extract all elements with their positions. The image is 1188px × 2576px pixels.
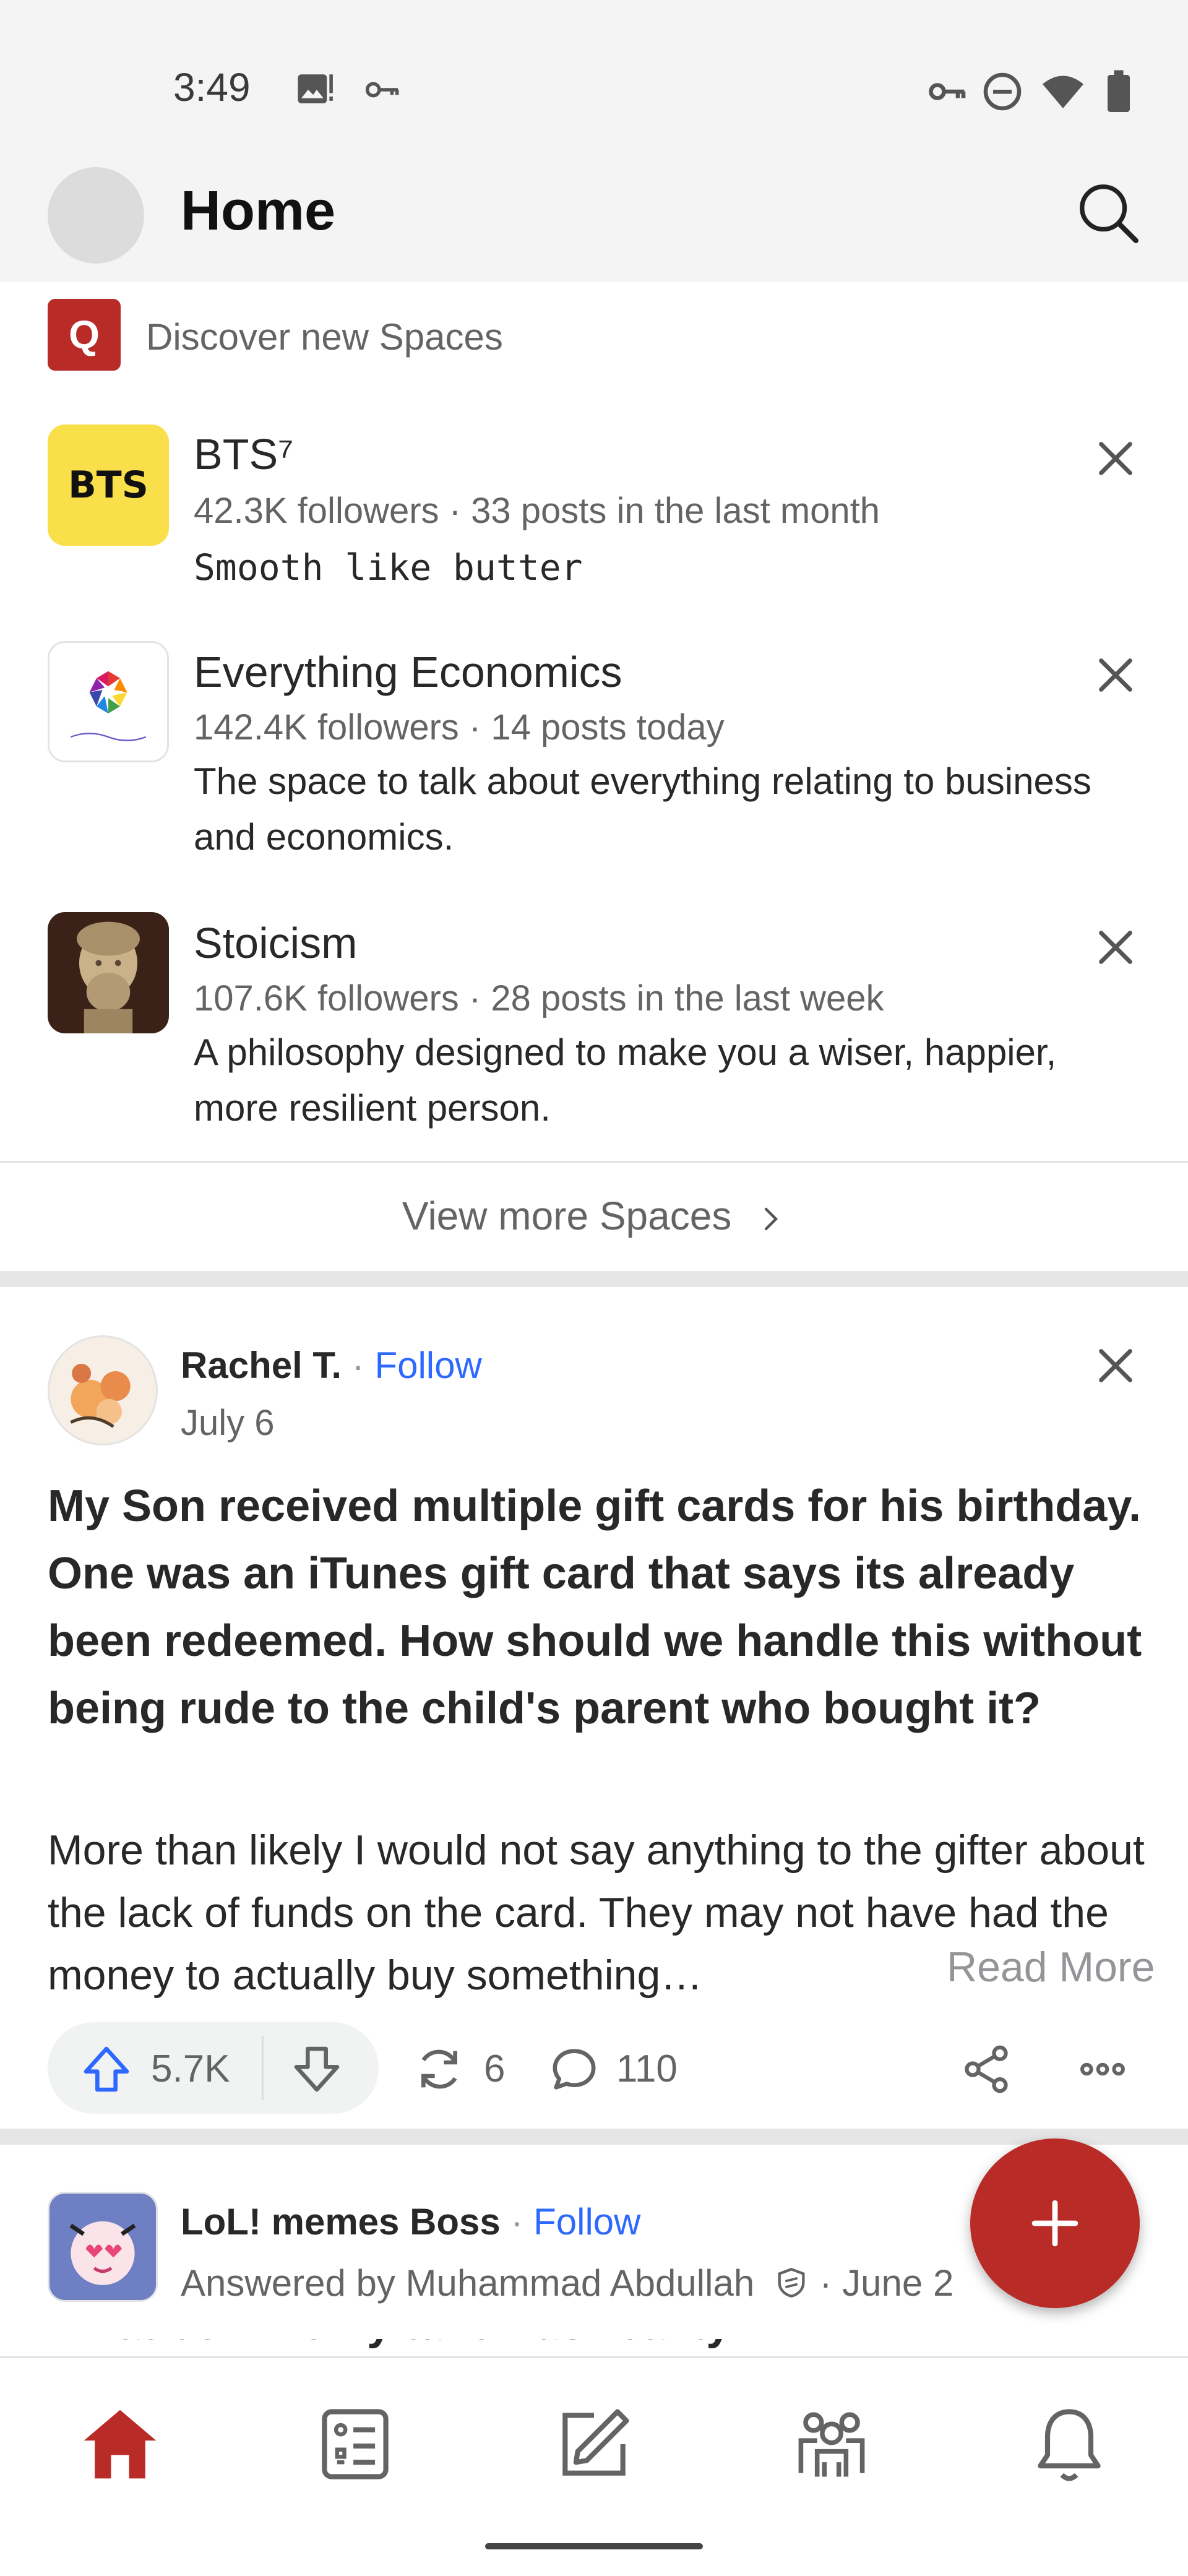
space-logo-everything-economics[interactable] [48, 641, 169, 762]
separator-dot: · [500, 2201, 534, 2242]
space-name[interactable]: Stoicism [194, 918, 357, 968]
next-post-title[interactable]: What commonly taken-as-reality... [48, 2339, 1149, 2355]
space-logo-bts[interactable]: BTS [48, 424, 169, 546]
quora-logo: Q [48, 299, 121, 371]
write-icon[interactable] [551, 2401, 637, 2488]
page-title: Home [181, 180, 336, 242]
section-divider [0, 1271, 1188, 1287]
space-logo-stoicism[interactable] [48, 912, 169, 1033]
space-meta: 107.6K followers · 28 posts in the last … [194, 978, 884, 1019]
vote-separator [262, 2036, 264, 2100]
post-date: July 6 [181, 1403, 275, 1443]
space-name[interactable]: Everything Economics [194, 647, 622, 697]
author-avatar[interactable] [48, 1335, 158, 1445]
answered-by[interactable]: Answered by Muhammad Abdullah [181, 2262, 754, 2304]
vpn-key-icon [929, 83, 966, 100]
space-description: The space to talk about everything relat… [194, 760, 1091, 858]
following-icon[interactable] [312, 2401, 398, 2488]
question-title[interactable]: My Son received multiple gift cards for … [48, 1473, 1149, 1742]
comment-icon[interactable] [547, 2042, 601, 2096]
post-author-line: Rachel T. · Follow [181, 1344, 482, 1387]
next-post-title-clip: What commonly taken-as-reality... [48, 2339, 1149, 2355]
space-description: A philosophy designed to make you a wise… [194, 1032, 1057, 1129]
chevron-right-icon [764, 1207, 778, 1231]
view-more-spaces-button[interactable]: View more Spaces [0, 1161, 1188, 1271]
close-icon[interactable] [1094, 926, 1137, 969]
avatar-meme-image [69, 2221, 136, 2285]
home-icon[interactable] [77, 2401, 163, 2488]
close-icon[interactable] [1094, 653, 1137, 697]
share-reload-icon[interactable] [412, 2042, 467, 2096]
discover-spaces-label[interactable]: Discover new Spaces [146, 316, 503, 358]
view-more-label: View more Spaces [402, 1194, 732, 1238]
share-icon[interactable] [959, 2042, 1014, 2096]
profile-avatar[interactable] [48, 167, 144, 264]
downvote-icon[interactable] [290, 2042, 344, 2096]
economics-logo-icon [70, 671, 147, 741]
search-icon[interactable] [1074, 178, 1142, 246]
wifi-icon [1043, 75, 1083, 108]
space-description: Smooth like butter [194, 546, 583, 588]
follow-button[interactable]: Follow [533, 2201, 640, 2242]
vpn-key-icon [365, 82, 399, 98]
more-icon[interactable] [1075, 2042, 1130, 2096]
add-question-button[interactable] [970, 2139, 1140, 2308]
follow-button[interactable]: Follow [374, 1345, 481, 1386]
close-icon[interactable] [1094, 1344, 1137, 1387]
comment-count: 110 [616, 2048, 678, 2090]
close-icon[interactable] [1094, 437, 1137, 480]
image-notification-icon [298, 74, 333, 103]
share-count: 6 [484, 2048, 506, 2090]
space-meta: 142.4K followers · 14 posts today [194, 707, 725, 747]
upvote-icon[interactable] [79, 2042, 134, 2096]
spaces-icon[interactable] [788, 2401, 875, 2488]
notifications-icon[interactable] [1026, 2401, 1113, 2488]
battery-icon [1108, 70, 1130, 112]
space-name[interactable]: BTS⁷ [194, 429, 293, 479]
next-post-author-name[interactable]: LoL! memes Boss [181, 2201, 501, 2242]
post-author-name[interactable]: Rachel T. [181, 1345, 342, 1386]
plus-icon [1031, 2200, 1078, 2247]
space-meta: 42.3K followers · 33 posts in the last m… [194, 491, 880, 531]
home-indicator-bar[interactable] [485, 2543, 703, 2549]
next-post-date: · June 2 [819, 2262, 954, 2304]
avatar-flowers-image [70, 1364, 131, 1428]
author-avatar[interactable] [48, 2192, 158, 2302]
space-logo-text: BTS [68, 463, 148, 507]
upvote-count: 5.7K [151, 2048, 230, 2090]
read-more-link[interactable]: Read More [860, 1943, 1155, 1991]
do-not-disturb-icon [983, 72, 1022, 111]
next-post-subline: Answered by Muhammad Abdullah · June 2 [181, 2262, 953, 2304]
app-header [0, 161, 1188, 284]
next-post-author-line: LoL! memes Boss · Follow [181, 2200, 641, 2243]
status-time: 3:49 [173, 65, 251, 110]
verified-shield-icon [778, 2267, 805, 2298]
separator-dot: · [342, 1345, 375, 1386]
stoic-bust-image [77, 921, 140, 1033]
